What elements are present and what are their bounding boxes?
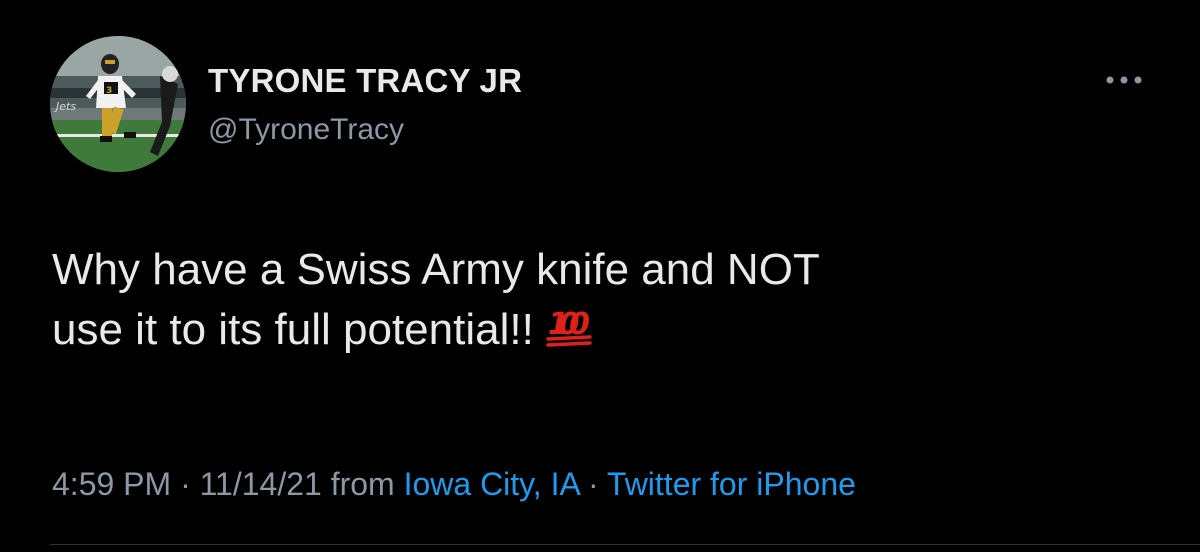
separator: · [579,466,607,502]
tweet-card: Jets 3 TYRONE TRACY JR @TyroneTracy Why … [0,0,1200,552]
source-link[interactable]: Twitter for iPhone [607,466,856,502]
svg-text:3: 3 [106,86,112,96]
tweet-text-line: use it to its full potential!! 100 [52,300,1132,364]
location-link[interactable]: Iowa City, IA [404,466,579,502]
more-options-button[interactable] [1094,62,1154,98]
divider [50,544,1200,545]
avatar[interactable]: Jets 3 [50,36,186,172]
tweet-text-line: Why have a Swiss Army knife and NOT [52,245,820,294]
hundred-points-emoji-icon: 100 [546,304,592,364]
tweet-date[interactable]: 11/14/21 [200,466,322,502]
tweet-time[interactable]: 4:59 PM [52,466,171,502]
tweet-text: Why have a Swiss Army knife and NOT use … [52,240,1132,364]
tweet-text-fragment: use it to its full potential!! [52,305,534,354]
handle[interactable]: @TyroneTracy [208,113,404,147]
separator: · [171,466,200,502]
from-label: from [321,466,404,502]
tweet-metadata: 4:59 PM · 11/14/21 from Iowa City, IA · … [52,466,856,503]
more-horizontal-icon [1106,76,1142,84]
display-name[interactable]: TYRONE TRACY JR [208,62,522,100]
svg-text:Jets: Jets [54,100,76,113]
football-player-avatar-icon: Jets 3 [50,36,186,172]
